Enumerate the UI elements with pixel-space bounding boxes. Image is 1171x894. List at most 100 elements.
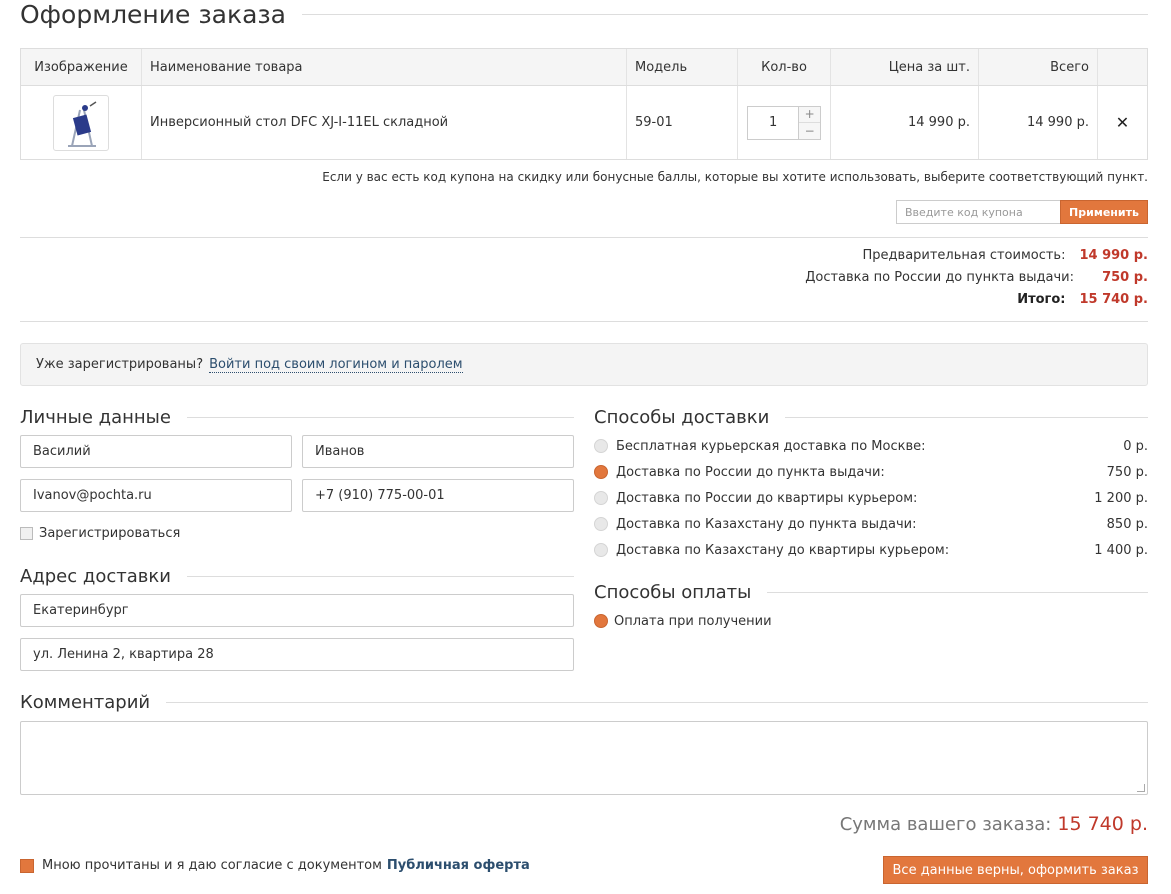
- resize-handle-icon[interactable]: [1137, 784, 1145, 792]
- payment-heading-text: Способы оплаты: [594, 581, 752, 603]
- address-heading-text: Адрес доставки: [20, 565, 171, 587]
- delivery-option-price: 850 р.: [1106, 516, 1148, 532]
- login-bar: Уже зарегистрированы? Войти под своим ло…: [20, 343, 1148, 386]
- delivery-option-label: Бесплатная курьерская доставка по Москве…: [616, 438, 926, 454]
- public-offer-link[interactable]: Публичная оферта: [387, 858, 530, 873]
- table-row: Инверсионный стол DFC XJ-I-11EL складной…: [21, 86, 1147, 159]
- agreement-checkbox[interactable]: [20, 858, 34, 873]
- comment-heading-text: Комментарий: [20, 691, 151, 713]
- quantity-plus-button[interactable]: +: [799, 107, 820, 123]
- personal-heading-text: Личные данные: [20, 406, 171, 428]
- product-total: 14 990 р.: [979, 86, 1098, 159]
- product-unit-price: 14 990 р.: [831, 86, 979, 159]
- coupon-input[interactable]: Введите код купона: [896, 200, 1061, 224]
- divider: [20, 237, 1148, 238]
- address-heading: Адрес доставки: [20, 564, 574, 588]
- heading-divider: [186, 575, 574, 577]
- street-field[interactable]: ул. Ленина 2, квартира 28: [20, 638, 574, 671]
- subtotal-line: Предварительная стоимость: 14 990 р.: [863, 248, 1148, 263]
- login-prompt: Уже зарегистрированы?: [36, 357, 204, 372]
- header-model: Модель: [627, 49, 738, 85]
- remove-cell: ✕: [1098, 86, 1147, 159]
- register-checkbox-row[interactable]: Зарегистрироваться: [20, 526, 180, 541]
- delivery-radio[interactable]: [594, 491, 608, 505]
- payment-radio-selected[interactable]: [594, 614, 608, 628]
- quantity-stepper: 1 + −: [747, 105, 821, 140]
- total-label: Итого:: [1017, 292, 1066, 307]
- delivery-option[interactable]: Доставка по Казахстану до квартиры курье…: [594, 540, 1148, 560]
- payment-option[interactable]: Оплата при получении: [594, 611, 1148, 631]
- order-summary-label: Сумма вашего заказа:: [839, 814, 1052, 835]
- coupon-hint: Если у вас есть код купона на скидку или…: [322, 170, 1148, 184]
- header-remove: [1098, 49, 1147, 85]
- delivery-option-label: Доставка по России до квартиры курьером:: [616, 490, 918, 506]
- payment-heading: Способы оплаты: [594, 580, 1148, 604]
- divider: [20, 321, 1148, 322]
- quantity-input[interactable]: 1: [748, 106, 800, 139]
- delivery-option-price: 1 200 р.: [1094, 490, 1148, 506]
- heading-divider: [767, 591, 1148, 593]
- delivery-option-label: Доставка по Казахстану до пункта выдачи:: [616, 516, 917, 532]
- coupon-apply-button[interactable]: Применить: [1060, 200, 1148, 224]
- heading-divider: [166, 701, 1148, 703]
- header-qty: Кол-во: [738, 49, 831, 85]
- first-name-field[interactable]: Василий: [20, 435, 292, 468]
- delivery-heading: Способы доставки: [594, 405, 1148, 429]
- delivery-option[interactable]: Бесплатная курьерская доставка по Москве…: [594, 436, 1148, 456]
- delivery-cost-value: 750 р.: [1102, 270, 1148, 285]
- delivery-line: Доставка по России до пункта выдачи: 750…: [805, 270, 1148, 285]
- product-thumbnail[interactable]: [53, 94, 109, 151]
- delivery-option-label: Доставка по России до пункта выдачи:: [616, 464, 885, 480]
- agreement-text: Мною прочитаны и я даю согласие с докуме…: [42, 858, 382, 873]
- header-image: Изображение: [21, 49, 142, 85]
- header-name: Наименование товара: [142, 49, 627, 85]
- total-line: Итого: 15 740 р.: [1017, 292, 1148, 307]
- delivery-option[interactable]: Доставка по России до пункта выдачи: 750…: [594, 462, 1148, 482]
- heading-divider: [785, 416, 1148, 418]
- delivery-heading-text: Способы доставки: [594, 406, 770, 428]
- submit-order-button[interactable]: Все данные верны, оформить заказ: [883, 856, 1148, 884]
- page-title-text: Оформление заказа: [20, 0, 287, 29]
- heading-divider: [186, 416, 574, 418]
- subtotal-value: 14 990 р.: [1079, 248, 1148, 263]
- header-total: Всего: [979, 49, 1098, 85]
- quantity-buttons: + −: [799, 106, 820, 139]
- qty-cell: 1 + −: [738, 86, 831, 159]
- comment-textarea[interactable]: [20, 721, 1148, 795]
- title-divider: [302, 13, 1148, 15]
- delivery-option-price: 750 р.: [1106, 464, 1148, 480]
- comment-heading: Комментарий: [20, 690, 1148, 714]
- cart-table: Изображение Наименование товара Модель К…: [20, 48, 1148, 160]
- delivery-radio[interactable]: [594, 543, 608, 557]
- agreement-row: Мною прочитаны и я даю согласие с докуме…: [20, 858, 530, 873]
- delivery-radio[interactable]: [594, 439, 608, 453]
- email-field[interactable]: Ivanov@pochta.ru: [20, 479, 292, 512]
- delivery-radio-selected[interactable]: [594, 465, 608, 479]
- delivery-option-price: 0 р.: [1123, 438, 1148, 454]
- subtotal-label: Предварительная стоимость:: [862, 248, 1066, 263]
- product-name[interactable]: Инверсионный стол DFC XJ-I-11EL складной: [142, 86, 627, 159]
- delivery-option-price: 1 400 р.: [1094, 542, 1148, 558]
- register-checkbox[interactable]: [20, 527, 33, 540]
- delivery-option[interactable]: Доставка по Казахстану до пункта выдачи:…: [594, 514, 1148, 534]
- delivery-option-label: Доставка по Казахстану до квартиры курье…: [616, 542, 950, 558]
- phone-field[interactable]: +7 (910) 775-00-01: [302, 479, 574, 512]
- page-title: Оформление заказа: [20, 0, 1148, 29]
- delivery-radio[interactable]: [594, 517, 608, 531]
- personal-heading: Личные данные: [20, 405, 574, 429]
- product-image: [68, 100, 97, 147]
- register-label: Зарегистрироваться: [39, 526, 181, 541]
- payment-option-label: Оплата при получении: [614, 613, 772, 629]
- order-summary: Сумма вашего заказа: 15 740 р.: [840, 813, 1148, 835]
- close-icon[interactable]: ✕: [1116, 113, 1129, 132]
- header-unit-price: Цена за шт.: [831, 49, 979, 85]
- order-summary-value: 15 740 р.: [1057, 813, 1148, 835]
- delivery-cost-label: Доставка по России до пункта выдачи:: [805, 270, 1074, 285]
- cart-header-row: Изображение Наименование товара Модель К…: [21, 49, 1147, 86]
- city-field[interactable]: Екатеринбург: [20, 594, 574, 627]
- quantity-minus-button[interactable]: −: [799, 122, 820, 139]
- total-value: 15 740 р.: [1079, 292, 1148, 307]
- delivery-option[interactable]: Доставка по России до квартиры курьером:…: [594, 488, 1148, 508]
- login-link[interactable]: Войти под своим логином и паролем: [209, 357, 463, 373]
- last-name-field[interactable]: Иванов: [302, 435, 574, 468]
